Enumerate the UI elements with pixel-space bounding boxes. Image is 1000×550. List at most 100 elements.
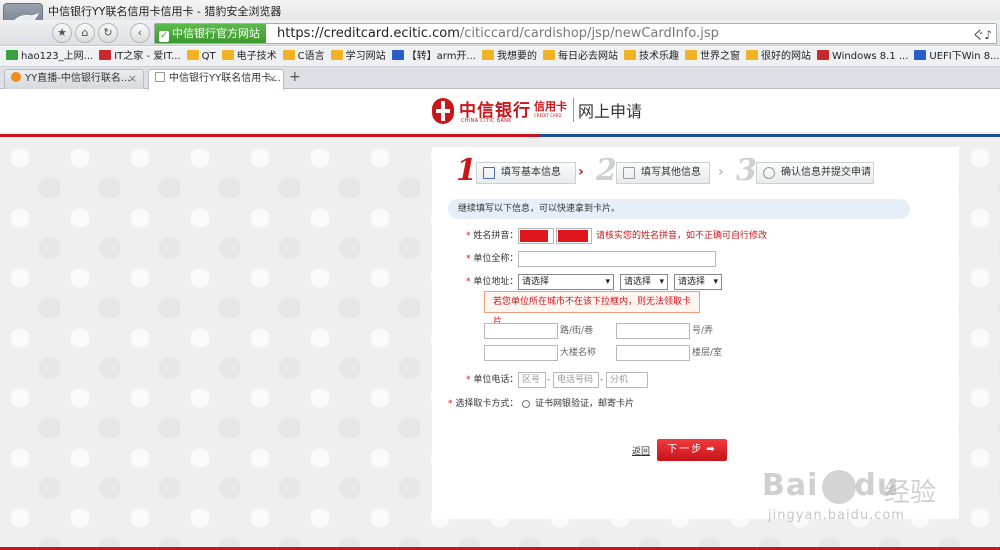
watermark-brand-cn: 经验 [884,478,937,508]
header-blue-line [540,134,1000,137]
bank-name-en: CHINA CITIC BANK [461,118,512,124]
bookmark-item[interactable]: 【转】arm开... [391,47,476,66]
new-tab-button[interactable]: + [289,69,301,85]
ext-dash: - [600,375,604,385]
bookmark-item[interactable]: 世界之窗 [684,47,740,66]
floor-input[interactable] [616,345,690,361]
phone-number-input[interactable]: 电话号码 [553,372,599,388]
step-arrow-icon: › [718,164,724,180]
home-icon[interactable]: ⌂ [75,23,95,43]
title-bar: 中信银行YY联名信用卡信用卡 - 猎豹安全浏览器 [0,0,1000,20]
folder-icon [330,50,343,60]
chevron-down-icon: ▾ [659,277,664,287]
back-arrow-icon[interactable]: ‹ [130,23,150,43]
floor-label: 楼层/室 [692,348,723,358]
progress-steps: 1 填写基本信息 › 2 填写其他信息 › 3 确认信息并提交申请 [432,155,959,189]
close-tab-icon[interactable]: × [268,70,277,88]
bookmark-item[interactable]: 电子技术 [221,47,277,66]
folder-icon [186,50,199,60]
extension-input[interactable]: 分机 [606,372,648,388]
url-text[interactable]: https://creditcard.ecitic.com/citiccard/… [277,24,719,43]
window-title: 中信银行YY联名信用卡信用卡 - 猎豹安全浏览器 [48,5,282,18]
district-select[interactable]: 请选择 ▾ [674,274,722,290]
step-2-number: 2 [596,153,617,188]
bookmark-item[interactable]: 每日必去网站 [542,47,618,66]
step-label: 填写基本信息 [501,167,561,178]
company-phone-label: * 单位电话： [466,375,519,385]
refresh-icon[interactable]: ↻ [98,23,118,43]
url-extension-icons[interactable]: ぐ♪ [972,26,992,43]
citic-bank-logo[interactable]: 中信银行 CHINA CITIC BANK 信用卡 CREDIT CARD 网上… [432,98,652,128]
url-host: https://creditcard.ecitic.com [277,26,460,41]
baidu-paw-icon [822,470,856,504]
document-icon [623,167,635,179]
official-site-badge[interactable]: ✓ 中信银行官方网站 [155,24,266,43]
arrow-right-icon: ➡ [706,444,717,455]
company-phone-row: * 单位电话： 区号 - 电话号码 - 分机 [432,371,959,389]
company-address-label: * 单位地址： [466,277,519,287]
watermark-url: jingyan.baidu.com [768,508,905,523]
favicon-icon [99,50,112,60]
bookmark-item[interactable]: C语言 [282,47,325,66]
chevron-down-icon: ▾ [713,277,718,287]
bookmark-item[interactable]: hao123_上网... [6,47,93,66]
favicon-icon [6,50,18,60]
area-code-input[interactable]: 区号 [518,372,546,388]
next-step-label: 下一步 [667,444,704,455]
company-name-input[interactable] [518,251,716,267]
bookmark-item[interactable]: UEFI下Win 8.... [914,47,1000,66]
company-name-label: * 单位全称： [466,254,519,264]
name-pinyin-row: * 姓名拼音： 请核实您的姓名拼音，如不正确可自行修改 [432,227,959,245]
given-name-pinyin-input[interactable] [556,228,592,244]
favorite-star-icon[interactable]: ★ [52,23,72,43]
bookmarks-bar: hao123_上网... IT之家 - 爱IT... QT 电子技术 C语言 学习网站 【转… [0,47,1000,67]
company-address-row: * 单位地址： 请选择 ▾ 请选择 ▾ 请选择 ▾ [432,273,959,291]
folder-icon [684,50,697,60]
edit-icon [483,167,495,179]
bookmark-item[interactable]: QT [186,47,216,66]
tab-yy-live[interactable]: YY直播-中信银行联名... × [4,69,144,89]
pickup-mail-option[interactable]: 证书网银验证，邮寄卡片 [535,395,634,413]
road-input[interactable] [484,323,558,339]
province-select[interactable]: 请选择 ▾ [518,274,614,290]
shield-icon: ✓ [159,31,169,42]
step-3-confirm-submit: 确认信息并提交申请 [756,162,874,184]
tab-label: 中信银行YY联名信用卡... [169,73,281,84]
next-step-button[interactable]: 下一步 ➡ [657,439,727,461]
number-input[interactable] [616,323,690,339]
step-1-number: 1 [456,153,477,188]
close-tab-icon[interactable]: × [128,70,137,88]
tab-bar: YY直播-中信银行联名... × 中信银行YY联名信用卡... × + [0,67,1000,90]
step-arrow-icon: › [578,164,584,180]
road-label: 路/街/巷 [560,326,594,336]
bookmark-item[interactable]: 我想要的 [481,47,537,66]
pickup-mail-radio[interactable] [522,400,530,408]
info-notice: 继续填写以下信息，可以快速拿到卡片。 [448,199,910,219]
surname-pinyin-input[interactable] [518,228,554,244]
name-pinyin-hint: 请核实您的姓名拼音，如不正确可自行修改 [596,231,768,241]
navigation-bar: ★ ⌂ ↻ ‹ ✓ 中信银行官方网站 https://creditcard.eci… [0,20,1000,46]
address-bar[interactable]: ✓ 中信银行官方网站 https://creditcard.ecitic.com/… [154,23,997,44]
bookmark-item[interactable]: 学习网站 [330,47,386,66]
step-label: 确认信息并提交申请 [781,167,871,178]
city-select[interactable]: 请选择 ▾ [620,274,668,290]
number-label: 号/弄 [692,326,714,336]
building-input[interactable] [484,345,558,361]
bookmark-item[interactable]: IT之家 - 爱IT... [99,47,181,66]
page-title: 网上申请 [578,102,643,121]
url-path: /citiccard/cardishop/jsp/newCardInfo.jsp [459,26,719,41]
bookmark-item[interactable]: 很好的网站 [745,47,811,66]
bookmark-item[interactable]: 技术乐趣 [623,47,679,66]
redacted-given-name [558,230,588,242]
credit-card-label: 信用卡 [534,100,567,113]
bookmark-item[interactable]: Windows 8.1 ... [816,47,908,66]
redacted-surname [520,230,548,242]
favicon-icon [914,50,927,60]
folder-icon [481,50,494,60]
application-form-panel: 1 填写基本信息 › 2 填写其他信息 › 3 确认信息并提交申请 继续填写以下… [432,147,959,519]
back-link[interactable]: 返回 [632,445,650,459]
cert-label: 中信银行官方网站 [172,27,260,40]
logo-divider [573,98,574,122]
tab-citic-card[interactable]: 中信银行YY联名信用卡... × [148,69,284,90]
city-warning: 若您单位所在城市不在该下拉框内，则无法领取卡片 [484,291,700,327]
